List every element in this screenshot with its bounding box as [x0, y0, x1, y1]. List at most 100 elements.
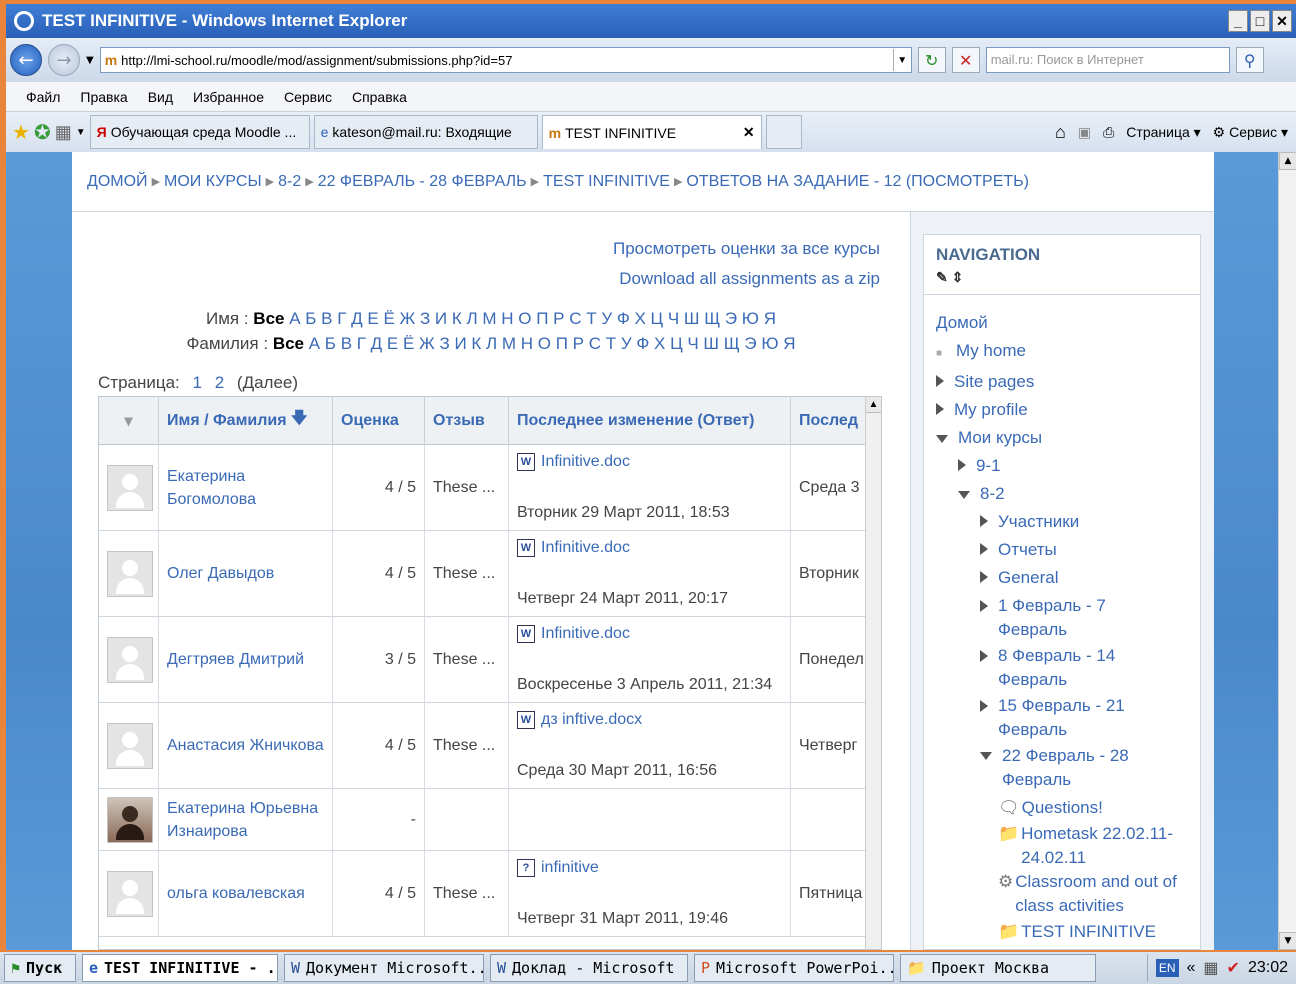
start-button[interactable]: ⚑ Пуск — [4, 954, 76, 982]
page-menu[interactable]: Страница ▾ — [1126, 124, 1200, 141]
expand-icon[interactable] — [936, 375, 944, 387]
tab-moodle[interactable]: Я Обучающая среда Moodle ... — [89, 115, 310, 149]
expand-icon[interactable] — [980, 543, 988, 555]
home-icon[interactable]: ⌂ — [1055, 122, 1066, 143]
feedback-column-header[interactable]: Отзыв — [425, 397, 509, 444]
last-name-letters[interactable]: А Б В Г Д Е Ё Ж З И К Л М Н О П Р С Т У … — [309, 334, 796, 353]
nav-classroom[interactable]: ⚙ Classroom and out of class activities — [936, 870, 1188, 918]
nav-week-3[interactable]: 15 Февраль - 21 Февраль — [936, 694, 1188, 742]
url-field[interactable]: m http://lmi-school.ru/moodle/mod/assign… — [99, 47, 912, 73]
expand-icon[interactable] — [980, 515, 988, 527]
expand-icon[interactable] — [980, 650, 988, 662]
student-name-link[interactable]: Дегтряев Дмитрий — [167, 648, 304, 671]
favorites-star-icon[interactable]: ★ — [12, 120, 30, 145]
breadcrumb-submissions[interactable]: ОТВЕТОВ НА ЗАДАНИЕ - 12 (ПОСМОТРЕТЬ) — [686, 173, 1029, 191]
nav-week-4[interactable]: 22 Февраль - 28 Февраль — [936, 744, 1188, 792]
collapse-icon[interactable] — [936, 435, 948, 443]
quick-tabs-icon[interactable]: ▦ — [55, 122, 72, 143]
avatar[interactable] — [107, 870, 153, 917]
menu-tools[interactable]: Сервис — [284, 89, 332, 105]
print-icon[interactable]: ⎙ — [1103, 124, 1114, 141]
nav-questions[interactable]: 🗨 Questions! — [936, 794, 1188, 822]
move-block-icon[interactable]: ⇕ — [952, 269, 964, 285]
search-input[interactable]: mail.ru: Поиск в Интернет — [985, 47, 1230, 73]
first-name-letters[interactable]: А Б В Г Д Е Ё Ж З И К Л М Н О П Р С Т У … — [289, 309, 776, 328]
history-dropdown-icon[interactable]: ▼ — [86, 55, 94, 66]
submission-file-link[interactable]: ? infinitive — [517, 859, 599, 877]
student-name-link[interactable]: ольга ковалевская — [167, 882, 305, 905]
network-icon[interactable]: ▦ — [1203, 958, 1218, 978]
collapse-icon[interactable] — [958, 491, 970, 499]
menu-edit[interactable]: Правка — [80, 89, 127, 105]
expand-icon[interactable] — [980, 600, 988, 612]
taskbar-word-2[interactable]: W Доклад - Microsoft ... — [490, 954, 688, 982]
page-scrollbar[interactable]: ▲ ▼ — [1278, 152, 1296, 950]
select-column-header[interactable]: ▾ — [99, 397, 159, 444]
url-dropdown-icon[interactable]: ▼ — [892, 49, 911, 71]
nav-site-pages[interactable]: Site pages — [936, 368, 1188, 396]
close-button[interactable]: ✕ — [1272, 10, 1292, 32]
avatar[interactable] — [107, 636, 153, 683]
taskbar-powerpoint[interactable]: P Microsoft PowerPoi... — [694, 954, 894, 982]
next-page-link[interactable]: (Далее) — [237, 373, 298, 392]
submission-file-link[interactable]: Wдз inftive.docx — [517, 711, 642, 729]
nav-home[interactable]: Домой — [936, 309, 1188, 337]
new-tab-button[interactable] — [765, 115, 802, 149]
grade-column-header[interactable]: Оценка — [333, 397, 425, 444]
menu-file[interactable]: Файл — [26, 89, 60, 105]
avatar[interactable] — [107, 550, 153, 597]
back-button[interactable]: ← — [10, 44, 42, 76]
table-scrollbar[interactable]: ▲ — [865, 397, 881, 949]
expand-icon[interactable] — [936, 403, 944, 415]
student-name-link[interactable]: Анастасия Жничкова — [167, 734, 324, 757]
last-column-header[interactable]: Послед — [791, 397, 863, 444]
search-icon[interactable]: ⚲ — [1235, 47, 1264, 73]
tab-test-infinitive[interactable]: m TEST INFINITIVE ✕ — [541, 115, 762, 149]
taskbar-ie[interactable]: e TEST INFINITIVE - ... — [82, 954, 278, 982]
nav-test-infinitive[interactable]: 📁 TEST INFINITIVE — [936, 918, 1188, 946]
avatar[interactable] — [107, 464, 153, 511]
student-name-link[interactable]: Екатерина Юрьевна Изнаирова — [167, 797, 332, 843]
nav-course-8-2[interactable]: 8-2 — [936, 480, 1188, 508]
language-indicator[interactable]: EN — [1155, 959, 1179, 977]
scroll-up-icon[interactable]: ▲ — [1279, 152, 1296, 170]
scroll-down-icon[interactable]: ▼ — [1279, 932, 1296, 950]
scroll-up-icon[interactable]: ▲ — [866, 397, 881, 413]
minimize-button[interactable]: _ — [1228, 10, 1248, 32]
add-favorite-icon[interactable]: ✪ — [34, 120, 51, 145]
student-name-link[interactable]: Екатерина Богомолова — [167, 465, 332, 511]
nav-course-9-1[interactable]: 9-1 — [936, 452, 1188, 480]
maximize-button[interactable]: □ — [1250, 10, 1270, 32]
close-tab-icon[interactable]: ✕ — [743, 124, 755, 141]
expand-icon[interactable] — [980, 571, 988, 583]
submission-file-link[interactable]: W Infinitive.doc — [517, 453, 630, 471]
breadcrumb-my-courses[interactable]: МОИ КУРСЫ — [164, 173, 262, 191]
breadcrumb-section[interactable]: 22 ФЕВРАЛЬ - 28 ФЕВРАЛЬ — [318, 173, 527, 191]
modified-column-header[interactable]: Последнее изменение (Ответ) — [509, 397, 791, 444]
antivirus-icon[interactable]: ✔ — [1227, 958, 1240, 978]
expand-icon[interactable] — [958, 459, 966, 471]
page-2-link[interactable]: 2 — [215, 373, 224, 392]
menu-favorites[interactable]: Избранное — [193, 89, 264, 105]
expand-icon[interactable] — [980, 700, 988, 712]
nav-my-home[interactable]: ■ My home — [936, 337, 1188, 368]
submission-file-link[interactable]: W Infinitive.doc — [517, 625, 630, 643]
nav-hometask[interactable]: 📁 Hometask 22.02.11-24.02.11 — [936, 822, 1188, 870]
menu-help[interactable]: Справка — [352, 89, 407, 105]
nav-my-courses[interactable]: Мои курсы — [936, 424, 1188, 452]
breadcrumb-course[interactable]: 8-2 — [278, 173, 301, 191]
tab-mail[interactable]: e kateson@mail.ru: Входящие — [313, 115, 538, 149]
nav-general[interactable]: General — [936, 564, 1188, 592]
name-column-header[interactable]: Имя / Фамилия 🡇 — [159, 397, 333, 444]
forward-button[interactable]: → — [48, 44, 80, 76]
nav-my-profile[interactable]: My profile — [936, 396, 1188, 424]
tools-menu[interactable]: ⚙ Сервис ▾ — [1213, 124, 1288, 141]
tray-expand-icon[interactable]: « — [1187, 959, 1196, 977]
download-zip-link[interactable]: Download all assignments as a zip — [613, 264, 880, 294]
edit-block-icon[interactable]: ✎ — [936, 269, 948, 285]
breadcrumb-assignment[interactable]: TEST INFINITIVE — [543, 173, 670, 191]
nav-participants[interactable]: Участники — [936, 508, 1188, 536]
taskbar-folder[interactable]: 📁 Проект Москва — [900, 954, 1096, 982]
avatar-photo[interactable] — [107, 796, 153, 843]
breadcrumb-home[interactable]: ДОМОЙ — [87, 173, 148, 191]
